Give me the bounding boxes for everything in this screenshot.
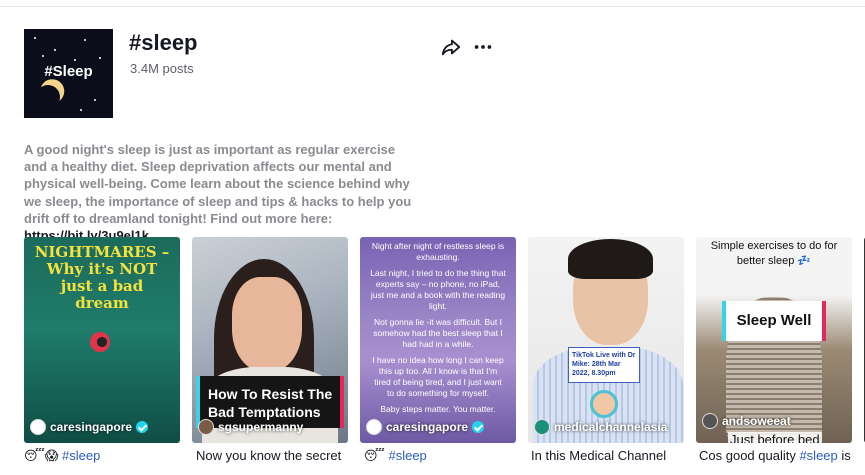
video-overlay-text: Night after night of restless sleep is e… bbox=[370, 241, 506, 420]
video-caption-1[interactable]: 😴😱 #sleep bbox=[24, 448, 180, 464]
eye-graphic bbox=[90, 332, 110, 352]
video-caption-2[interactable]: Now you know the secret bbox=[196, 448, 346, 463]
caption-text: is bbox=[837, 448, 851, 463]
video-author[interactable]: caresingapore bbox=[366, 419, 485, 435]
video-card-4[interactable]: TikTok Live with Dr Mike: 28th Mar 2022,… bbox=[528, 237, 684, 443]
hashtag-cover-image: #Sleep bbox=[24, 29, 113, 118]
video-overlay-title: Sleep Well bbox=[722, 301, 826, 341]
caption-emoji: 😴 bbox=[364, 448, 389, 463]
video-caption-5[interactable]: Cos good quality #sleep is bbox=[699, 448, 865, 463]
video-overlay-title: NIGHTMARES – Why it's NOT just a bad dre… bbox=[34, 243, 170, 312]
doctor-avatar-icon bbox=[590, 390, 618, 418]
more-horizontal-icon[interactable] bbox=[472, 36, 494, 58]
caption-text: Cos good quality bbox=[699, 448, 800, 463]
avatar bbox=[366, 419, 382, 435]
hashtag-description: A good night's sleep is just as importan… bbox=[24, 141, 419, 244]
avatar bbox=[30, 419, 46, 435]
overlay-line: I have no idea how long I can keep this … bbox=[372, 355, 504, 398]
verified-icon bbox=[472, 421, 485, 433]
person-hair bbox=[568, 239, 653, 279]
caption-text: In this Medical Channel bbox=[531, 448, 667, 463]
page-title: #sleep bbox=[129, 30, 198, 55]
live-badge: TikTok Live with Dr Mike: 28th Mar 2022,… bbox=[568, 347, 640, 383]
avatar bbox=[702, 413, 718, 429]
cover-text: #Sleep bbox=[44, 63, 93, 80]
moon-icon bbox=[33, 82, 64, 113]
author-handle: caresingapore bbox=[386, 420, 469, 434]
video-caption-4[interactable]: In this Medical Channel bbox=[531, 448, 681, 463]
overlay-line: Not gonna lie -it was difficult. But I s… bbox=[373, 317, 503, 349]
video-author[interactable]: andsoweeat bbox=[702, 413, 791, 429]
caption-emoji: 😴😱 bbox=[24, 448, 63, 463]
video-overlay-bottom: Just before bed bbox=[728, 432, 822, 443]
post-count: 3.4M posts bbox=[130, 61, 194, 76]
video-author[interactable]: sgsupermanny bbox=[198, 419, 303, 435]
overlay-line: Last night, I tried to do the thing that… bbox=[370, 268, 506, 311]
top-divider bbox=[0, 6, 865, 7]
avatar bbox=[534, 419, 550, 435]
author-handle: caresingapore bbox=[50, 420, 133, 434]
video-card-2[interactable]: How To Resist The Bad Temptations sgsupe… bbox=[192, 237, 348, 443]
video-caption-3[interactable]: 😴 #sleep bbox=[364, 448, 514, 464]
author-handle: sgsupermanny bbox=[218, 420, 304, 434]
video-author[interactable]: caresingapore bbox=[30, 419, 149, 435]
video-card-5[interactable]: Simple exercises to do for better sleep … bbox=[696, 237, 852, 443]
author-handle: medicalchannelasia bbox=[554, 420, 668, 434]
description-text: A good night's sleep is just as importan… bbox=[24, 142, 412, 226]
caption-text: Now you know the secret bbox=[196, 448, 342, 463]
caption-hashtag[interactable]: #sleep bbox=[799, 448, 837, 463]
video-author[interactable]: medicalchannelasia bbox=[534, 419, 667, 435]
overlay-line: Night after night of restless sleep is e… bbox=[371, 241, 505, 262]
video-card-1[interactable]: NIGHTMARES – Why it's NOT just a bad dre… bbox=[24, 237, 180, 443]
caption-hashtag[interactable]: #sleep bbox=[388, 448, 426, 463]
caption-hashtag[interactable]: #sleep bbox=[62, 448, 100, 463]
avatar bbox=[198, 419, 214, 435]
share-arrow-icon[interactable] bbox=[440, 36, 462, 58]
video-overlay-title: How To Resist The Bad Temptations bbox=[208, 386, 333, 420]
overlay-line: Baby steps matter. You matter. bbox=[380, 404, 496, 414]
author-handle: andsoweeat bbox=[722, 414, 791, 428]
video-card-3[interactable]: Night after night of restless sleep is e… bbox=[360, 237, 516, 443]
video-overlay-top: Simple exercises to do for better sleep … bbox=[710, 240, 838, 267]
person-face bbox=[232, 277, 302, 372]
verified-icon bbox=[136, 421, 149, 433]
